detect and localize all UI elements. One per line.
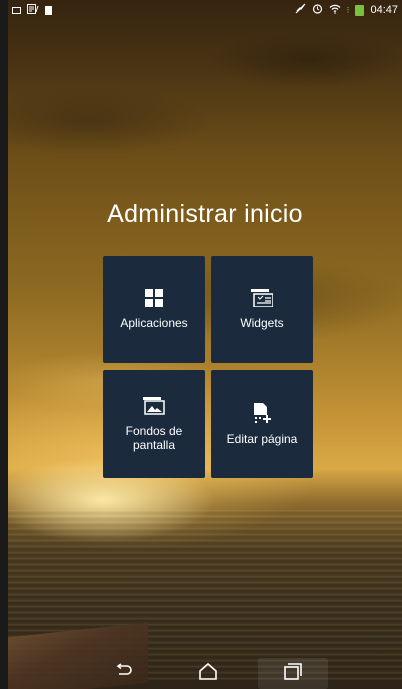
alarm-icon: [312, 3, 323, 17]
screencast-notification-icon: [27, 3, 39, 17]
back-button[interactable]: [93, 658, 153, 689]
mute-icon: [295, 3, 306, 17]
status-left-icons: [12, 3, 52, 17]
wallpapers-tile-label: Fondos de pantalla: [125, 423, 183, 452]
apps-tile[interactable]: Aplicaciones: [103, 256, 205, 363]
edit-page-tile-label: Editar página: [226, 431, 298, 446]
page-title: Administrar inicio: [107, 200, 303, 228]
image-notification-icon: [12, 6, 21, 14]
home-button[interactable]: [178, 658, 238, 689]
navigation-bar: [8, 658, 402, 689]
wallpapers-tile[interactable]: Fondos de pantalla: [103, 370, 205, 478]
home-icon: [198, 662, 218, 685]
apps-grid-icon: [145, 289, 163, 310]
edit-page-icon: [252, 402, 272, 426]
status-time: 04:47: [370, 4, 398, 16]
widgets-tile[interactable]: Widgets: [211, 256, 313, 363]
recent-apps-button[interactable]: [258, 658, 328, 689]
edit-page-tile[interactable]: Editar página: [211, 370, 313, 478]
back-icon: [113, 663, 133, 684]
wifi-icon: [329, 4, 341, 17]
wallpaper-image-icon: [143, 396, 165, 418]
battery-charging-icon: [355, 4, 365, 16]
signal-dots-icon: ⁝: [346, 4, 350, 15]
status-bar: ⁝ 04:47: [8, 0, 402, 20]
recent-apps-icon: [283, 662, 303, 685]
widgets-icon: [251, 289, 274, 310]
sd-card-notification-icon: [45, 5, 52, 15]
status-right-icons: ⁝ 04:47: [295, 3, 398, 17]
wallpaper-background: [8, 0, 402, 689]
apps-tile-label: Aplicaciones: [120, 316, 188, 330]
widgets-tile-label: Widgets: [240, 316, 284, 330]
